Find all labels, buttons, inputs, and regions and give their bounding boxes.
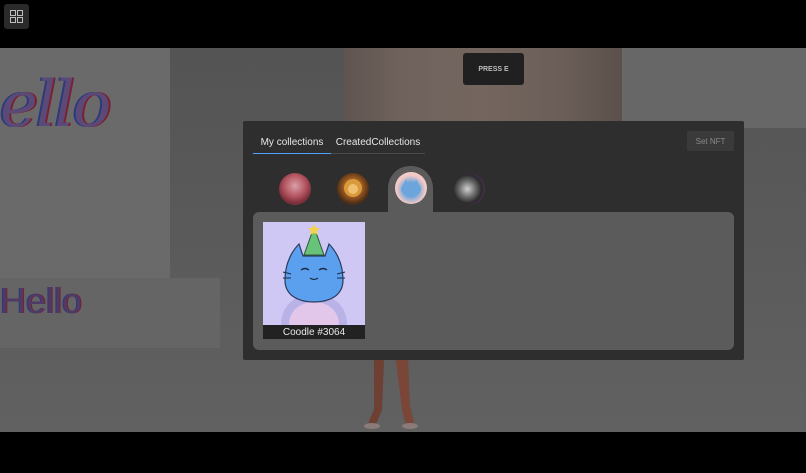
grid-icon [10, 10, 23, 23]
collection-avatar-4[interactable] [453, 173, 485, 205]
set-nft-button[interactable]: Set NFT [687, 131, 734, 151]
bottom-bar [0, 432, 806, 473]
lion-figure [344, 179, 362, 197]
menu-button[interactable] [4, 4, 29, 29]
press-e-hint: PRESS E [463, 53, 524, 85]
collection-avatar-2[interactable] [337, 173, 369, 205]
collection-avatar-1[interactable] [279, 173, 311, 205]
cat-figure [401, 179, 421, 196]
nft-card[interactable]: Coodle #3064 [263, 222, 365, 339]
right-wall [622, 48, 806, 128]
avatar-legs [364, 360, 418, 429]
tab-my-collections[interactable]: My collections [253, 131, 331, 154]
nft-image [263, 222, 365, 325]
nft-collection-panel: My collections CreatedCollections Set NF… [243, 121, 744, 360]
coodle-cat-image [263, 222, 365, 325]
nft-grid: Coodle #3064 [253, 212, 734, 350]
top-bar [0, 0, 806, 48]
hello-script-sign: ello [0, 68, 111, 142]
collection-avatar-3[interactable] [395, 172, 427, 204]
nft-name: Coodle #3064 [263, 325, 365, 339]
tab-created-collections[interactable]: CreatedCollections [331, 131, 425, 154]
hello-text-sign: Hello [0, 280, 83, 321]
